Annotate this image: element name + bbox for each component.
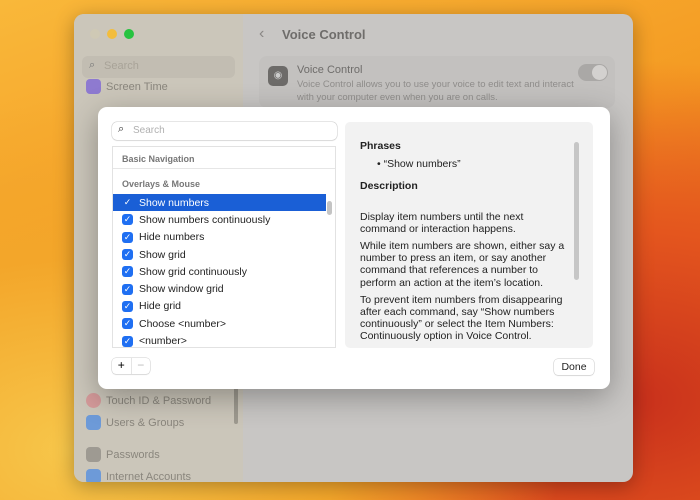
search-icon: ⌕	[118, 123, 125, 135]
description-paragraph: Display item numbers until the next comm…	[360, 210, 524, 235]
command-row[interactable]: ✓ Choose <number>	[113, 315, 326, 332]
checkbox[interactable]: ✓	[122, 300, 133, 312]
command-label: Show grid	[139, 248, 186, 261]
card-title: Voice Control	[297, 64, 363, 76]
fingerprint-icon	[86, 393, 101, 408]
zoom-button[interactable]	[124, 29, 134, 39]
description-paragraph: To prevent item numbers from disappearin…	[360, 293, 563, 343]
section-overlays-mouse[interactable]: Overlays & Mouse	[113, 169, 335, 194]
sidebar-search[interactable]: ⌕ Search	[82, 56, 235, 78]
command-label: Show window grid	[139, 283, 224, 296]
checkbox[interactable]: ✓	[122, 249, 133, 261]
command-row[interactable]: ✓ Hide numbers	[113, 229, 326, 246]
list-scrollbar[interactable]	[327, 201, 332, 215]
description-paragraph: While item numbers are shown, either say…	[360, 240, 565, 289]
checkbox[interactable]: ✓	[122, 197, 133, 208]
checkbox[interactable]: ✓	[122, 283, 133, 295]
command-row[interactable]: ✓ Show window grid	[113, 280, 326, 297]
command-label: Show numbers	[139, 196, 210, 209]
command-label: <number>	[139, 335, 187, 348]
sidebar-item-passwords[interactable]: Passwords	[86, 447, 160, 462]
page-title: Voice Control	[282, 27, 366, 42]
phrases-heading: Phrases	[360, 140, 401, 152]
checkbox[interactable]: ✓	[122, 231, 133, 243]
remove-button[interactable]: −	[130, 358, 151, 374]
description-heading: Description	[360, 180, 418, 193]
done-button[interactable]: Done	[554, 359, 594, 375]
command-label: Choose <number>	[139, 317, 226, 330]
add-remove-control: + −	[112, 358, 150, 374]
command-row[interactable]: ✓ Hide grid	[113, 298, 326, 315]
window-controls	[90, 29, 134, 39]
at-icon	[86, 469, 101, 482]
command-detail: Phrases • “Show numbers” Description Dis…	[345, 122, 593, 348]
checkbox[interactable]: ✓	[122, 335, 133, 347]
command-row[interactable]: ✓ Show numbers continuously	[113, 211, 326, 228]
hourglass-icon	[86, 79, 101, 94]
checkbox[interactable]: ✓	[122, 214, 133, 226]
command-row[interactable]: ✓ Show grid	[113, 246, 326, 263]
phrase-item: • “Show numbers”	[377, 158, 461, 171]
voice-control-toggle[interactable]	[578, 64, 608, 81]
checkbox[interactable]: ✓	[122, 266, 133, 278]
voice-control-card: ◉ Voice Control Voice Control allows you…	[259, 56, 615, 108]
voice-control-icon: ◉	[268, 66, 288, 86]
command-row[interactable]: ✓ Show grid continuously	[113, 263, 326, 280]
checkbox[interactable]: ✓	[122, 318, 133, 330]
close-button[interactable]	[90, 29, 100, 39]
search-icon: ⌕	[89, 59, 96, 71]
sidebar-item-screen-time[interactable]: Screen Time	[86, 79, 168, 94]
back-chevron-icon[interactable]: ‹	[259, 25, 264, 43]
command-row[interactable]: ✓ <number>	[113, 332, 326, 348]
minimize-button[interactable]	[107, 29, 117, 39]
users-icon	[86, 415, 101, 430]
command-label: Show grid continuously	[139, 265, 247, 278]
detail-scrollbar[interactable]	[574, 142, 579, 280]
command-row[interactable]: ✓ Show numbers	[113, 194, 326, 212]
add-button[interactable]: +	[112, 358, 131, 374]
card-description: Voice Control allows you to use your voi…	[297, 79, 574, 103]
sidebar-item-internet-accounts[interactable]: Internet Accounts	[86, 469, 191, 482]
sidebar-item-touch-id[interactable]: Touch ID & Password	[86, 393, 211, 408]
key-icon	[86, 447, 101, 462]
command-search-input[interactable]: ⌕ Search	[112, 122, 337, 140]
command-label: Hide grid	[139, 300, 182, 313]
command-label: Show numbers continuously	[139, 213, 271, 226]
command-label: Hide numbers	[139, 231, 205, 244]
section-basic-navigation[interactable]: Basic Navigation	[113, 147, 335, 169]
commands-dialog: ⌕ Search Basic Navigation Overlays & Mous…	[98, 107, 610, 389]
command-list: Basic Navigation Overlays & Mouse ✓ Show …	[112, 146, 336, 348]
sidebar-item-users[interactable]: Users & Groups	[86, 415, 184, 430]
